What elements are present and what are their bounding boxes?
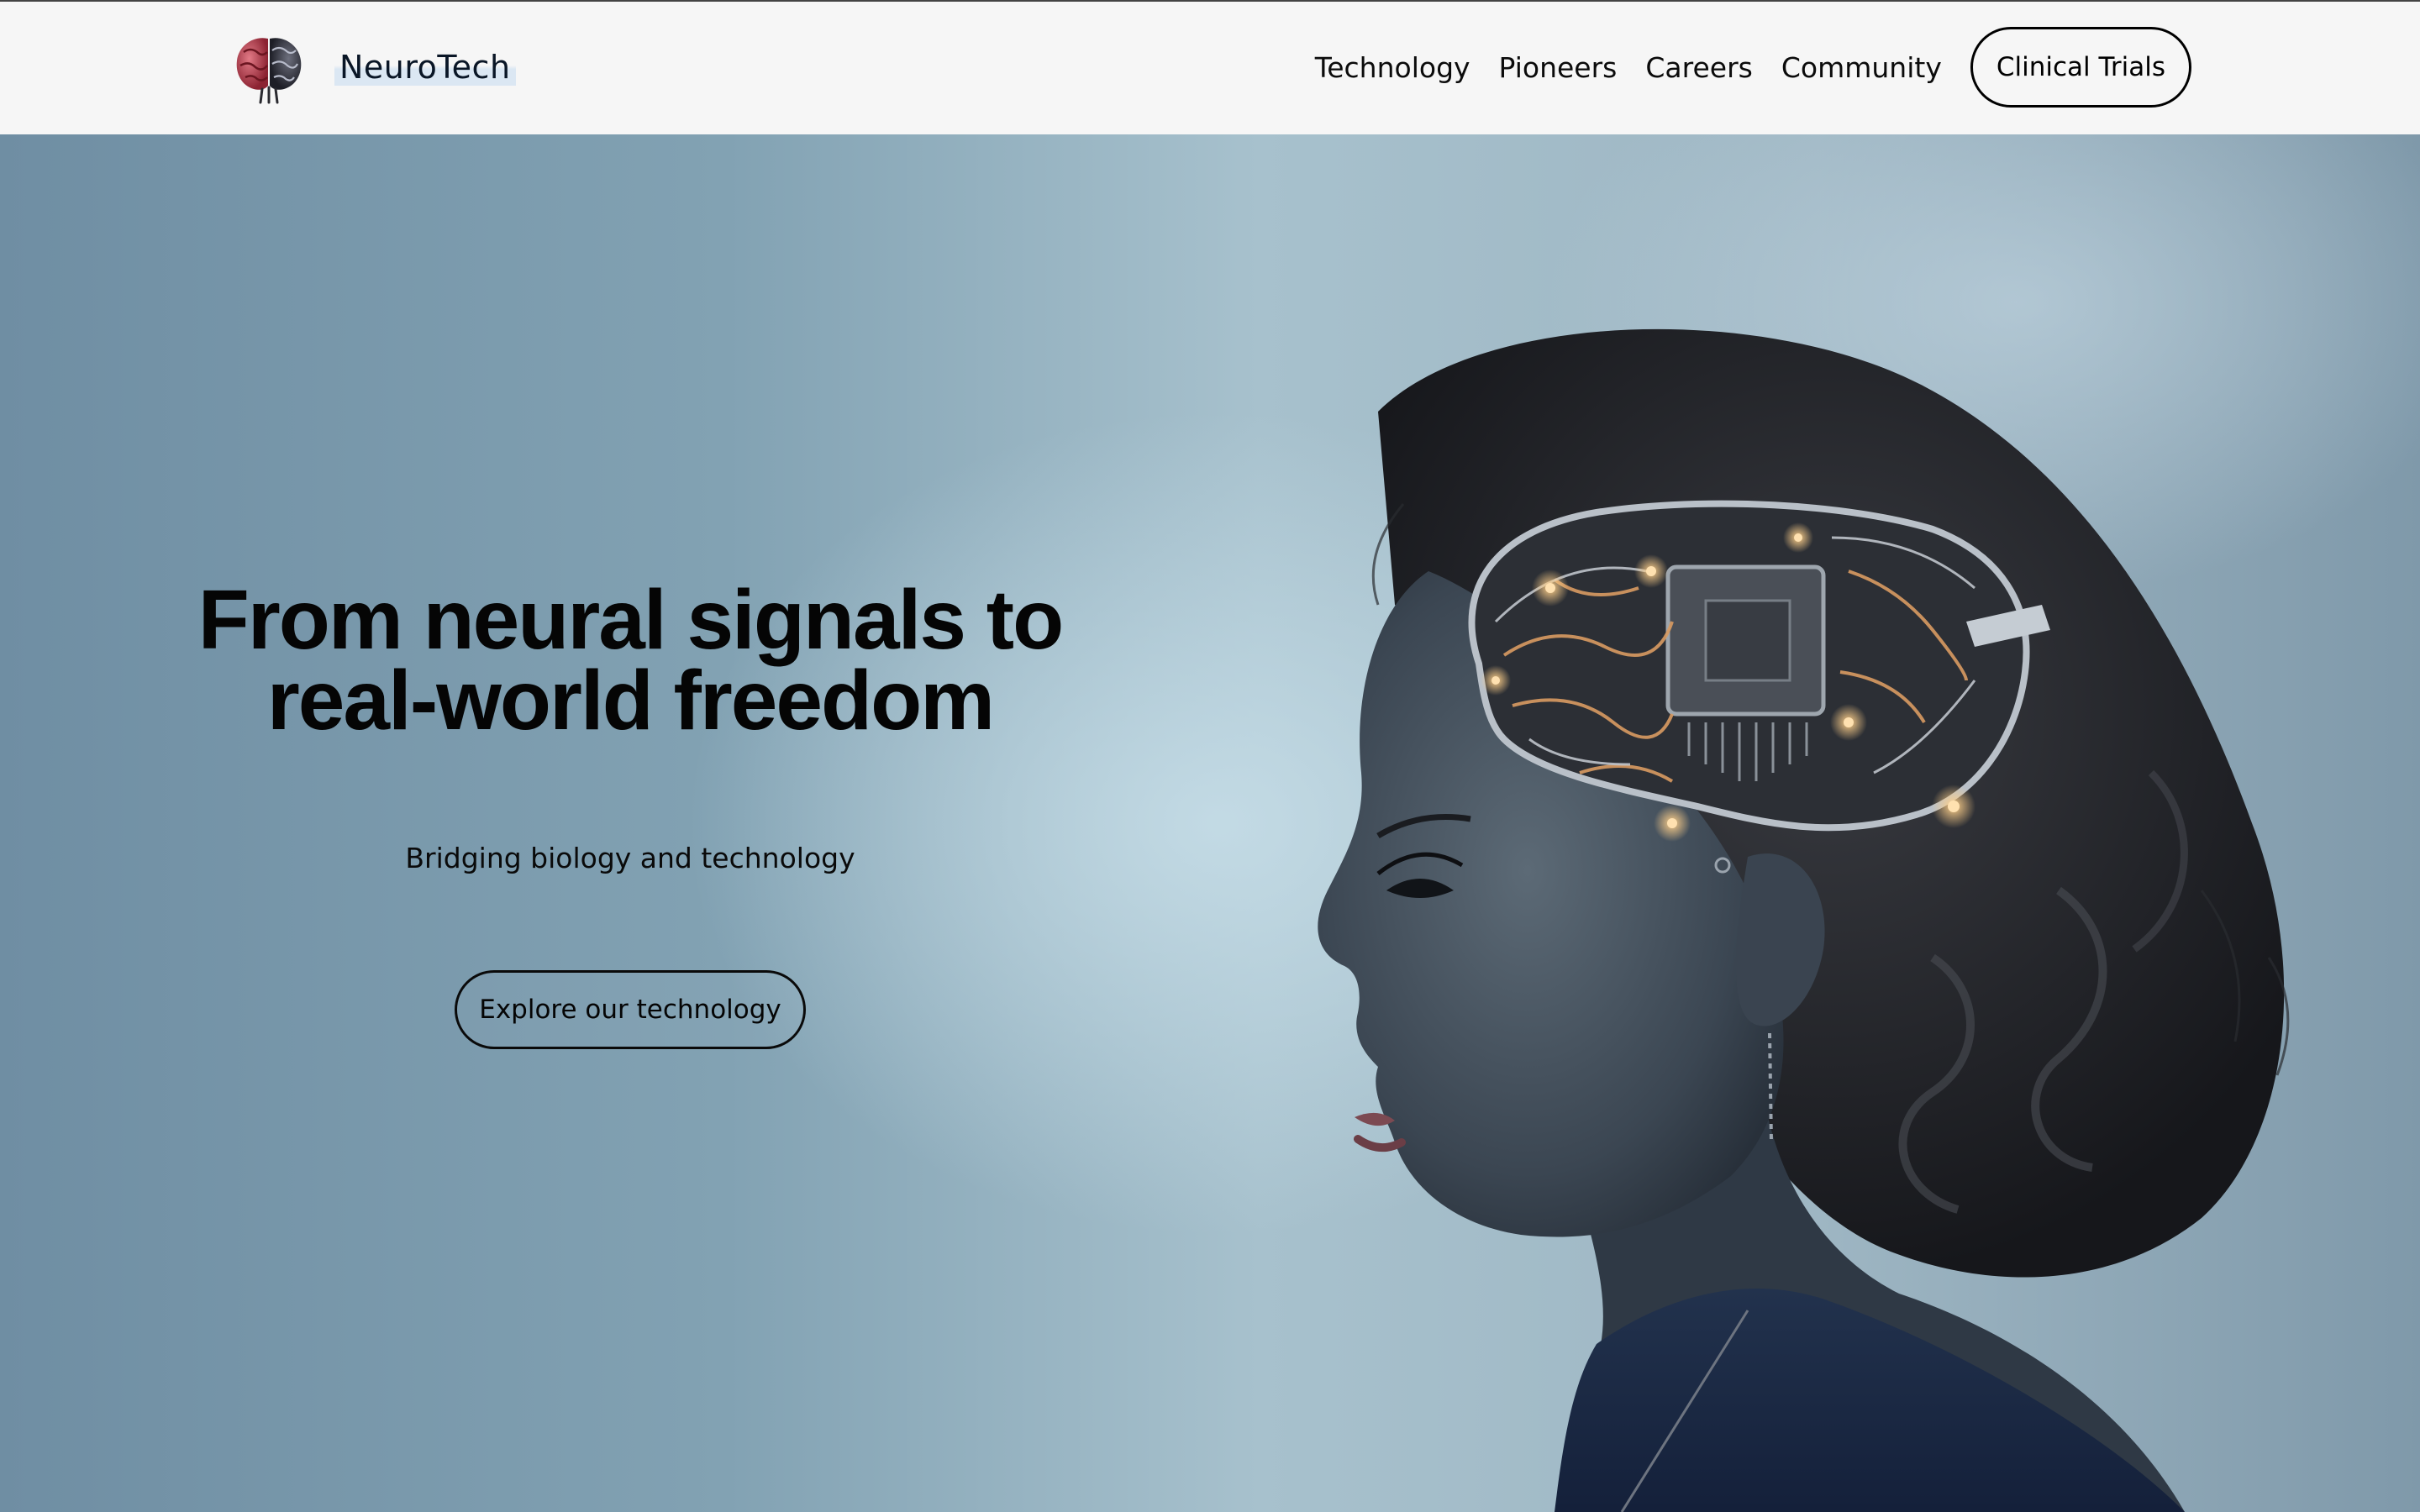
nav-pioneers[interactable]: Pioneers — [1499, 51, 1618, 84]
site-header: NeuroTech Technology Pioneers Careers Co… — [0, 2, 2420, 134]
nav-technology[interactable]: Technology — [1315, 51, 1470, 84]
hero-copy: From neural signals to real-world freedo… — [168, 578, 1092, 1049]
explore-technology-button[interactable]: Explore our technology — [455, 970, 806, 1049]
brand[interactable]: NeuroTech — [229, 27, 516, 108]
hero-headline-line2: real-world freedom — [266, 654, 995, 748]
clinical-trials-button[interactable]: Clinical Trials — [1970, 27, 2191, 108]
main-nav: Technology Pioneers Careers Community Cl… — [1315, 27, 2191, 108]
nav-community[interactable]: Community — [1781, 51, 1942, 84]
brand-name: NeuroTech — [334, 49, 516, 86]
hero-subheadline: Bridging biology and technology — [405, 842, 855, 874]
nav-careers[interactable]: Careers — [1645, 51, 1752, 84]
hero-section: From neural signals to real-world freedo… — [0, 134, 2420, 1512]
brain-logo-icon — [236, 38, 302, 104]
hero-headline: From neural signals to real-world freedo… — [168, 578, 1092, 743]
